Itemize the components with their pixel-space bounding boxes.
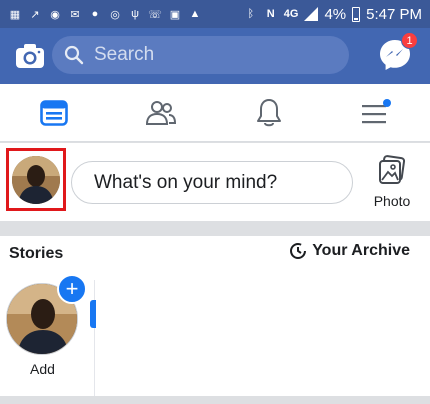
search-placeholder: Search xyxy=(94,44,155,65)
tab-bar xyxy=(0,84,430,142)
whatsapp-icon: ◎ xyxy=(110,8,120,21)
add-story-button[interactable]: + xyxy=(57,274,87,304)
clock: 5:47 PM xyxy=(366,5,422,23)
usb-icon: ψ xyxy=(131,8,139,20)
plus-icon: + xyxy=(65,276,79,301)
friends-icon xyxy=(146,100,177,125)
whats-on-your-mind-input[interactable]: What's on your mind? xyxy=(71,161,353,204)
search-bar[interactable]: Search xyxy=(52,36,349,74)
battery-icon xyxy=(352,6,361,22)
news-feed-icon xyxy=(39,99,68,126)
network-type: 4G xyxy=(283,8,299,20)
add-story-label: Add xyxy=(30,361,55,377)
profile-avatar-highlight[interactable] xyxy=(6,148,66,211)
nfc-icon: N xyxy=(266,8,275,20)
mail-icon: ✉ xyxy=(70,8,80,21)
story-divider xyxy=(94,280,95,400)
tab-menu[interactable] xyxy=(323,84,430,141)
avatar[interactable] xyxy=(12,155,60,204)
search-icon xyxy=(64,45,84,65)
archive-label: Your Archive xyxy=(312,242,410,259)
image-icon: ▣ xyxy=(169,8,181,21)
tab-notifications[interactable] xyxy=(215,84,323,141)
messenger-button[interactable]: 1 xyxy=(378,32,418,74)
photo-label: Photo xyxy=(373,193,411,209)
story-card-edge[interactable] xyxy=(90,300,96,328)
messenger-small-icon: ◉ xyxy=(50,8,60,21)
arrow-icon: ↗ xyxy=(30,8,40,21)
photo-button[interactable]: Photo xyxy=(364,155,420,213)
stories-section: Stories Your Archive + Add xyxy=(0,236,430,400)
archive-clock-icon xyxy=(290,243,307,259)
menu-icon xyxy=(362,98,392,123)
notifications-icon xyxy=(256,98,281,126)
feed-separator xyxy=(0,396,430,404)
tab-news-feed[interactable] xyxy=(0,84,108,141)
notification-icons: ▦ ↗ ◉ ✉ ● ◎ ψ ☏ ▣ ▲ xyxy=(8,7,202,21)
warning-icon: ▲ xyxy=(189,8,201,20)
status-bar: ▦ ↗ ◉ ✉ ● ◎ ψ ☏ ▣ ▲ ᛒ N 4G 4% 5:47 PM xyxy=(0,0,430,28)
bluetooth-icon: ᛒ xyxy=(247,8,255,20)
camera-button[interactable] xyxy=(0,28,60,84)
camera-icon xyxy=(16,44,44,68)
status-composer: What's on your mind? Photo xyxy=(0,143,430,221)
your-archive-button[interactable]: Your Archive xyxy=(289,242,410,260)
battery-percent: 4% xyxy=(324,5,347,23)
photo-icon xyxy=(379,155,406,184)
app-icon: ● xyxy=(91,8,99,20)
messenger-badge: 1 xyxy=(401,32,418,49)
signal-icon xyxy=(304,7,319,21)
app-header: Search 1 xyxy=(0,28,430,84)
stories-title: Stories xyxy=(9,245,64,262)
tab-friends[interactable] xyxy=(108,84,216,141)
phone-icon: ☏ xyxy=(148,8,162,21)
grid-icon: ▦ xyxy=(9,8,21,21)
